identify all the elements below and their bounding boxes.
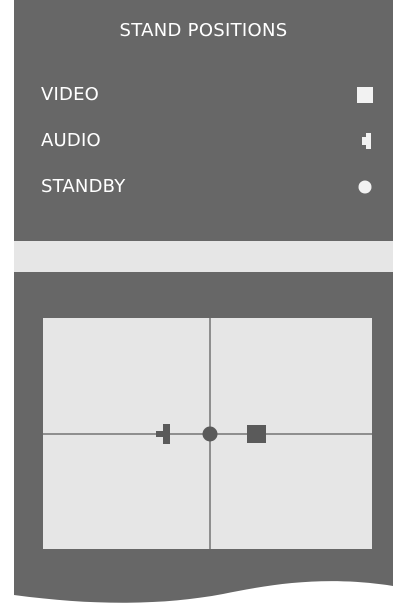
position-diagram-panel [14,272,393,605]
stand-positions-screen: STAND POSITIONS VIDEO AUDIO STANDBY [0,0,394,605]
page-title: STAND POSITIONS [119,20,288,41]
position-diagram [14,272,393,603]
square-icon[interactable] [247,425,266,443]
menu-item-standby-label: STANDBY [41,176,126,197]
menu-item-video[interactable]: VIDEO [14,80,393,110]
circle-icon [358,180,372,194]
speaker-icon [362,133,371,149]
menu-item-audio-label: AUDIO [41,130,101,151]
separator-strip [14,241,393,272]
menu-panel: STAND POSITIONS VIDEO AUDIO STANDBY [14,0,393,241]
menu-item-audio[interactable]: AUDIO [14,126,393,156]
circle-icon[interactable] [202,426,218,442]
menu-item-standby[interactable]: STANDBY [14,172,393,202]
menu-item-video-label: VIDEO [41,84,100,105]
square-icon [357,87,373,103]
